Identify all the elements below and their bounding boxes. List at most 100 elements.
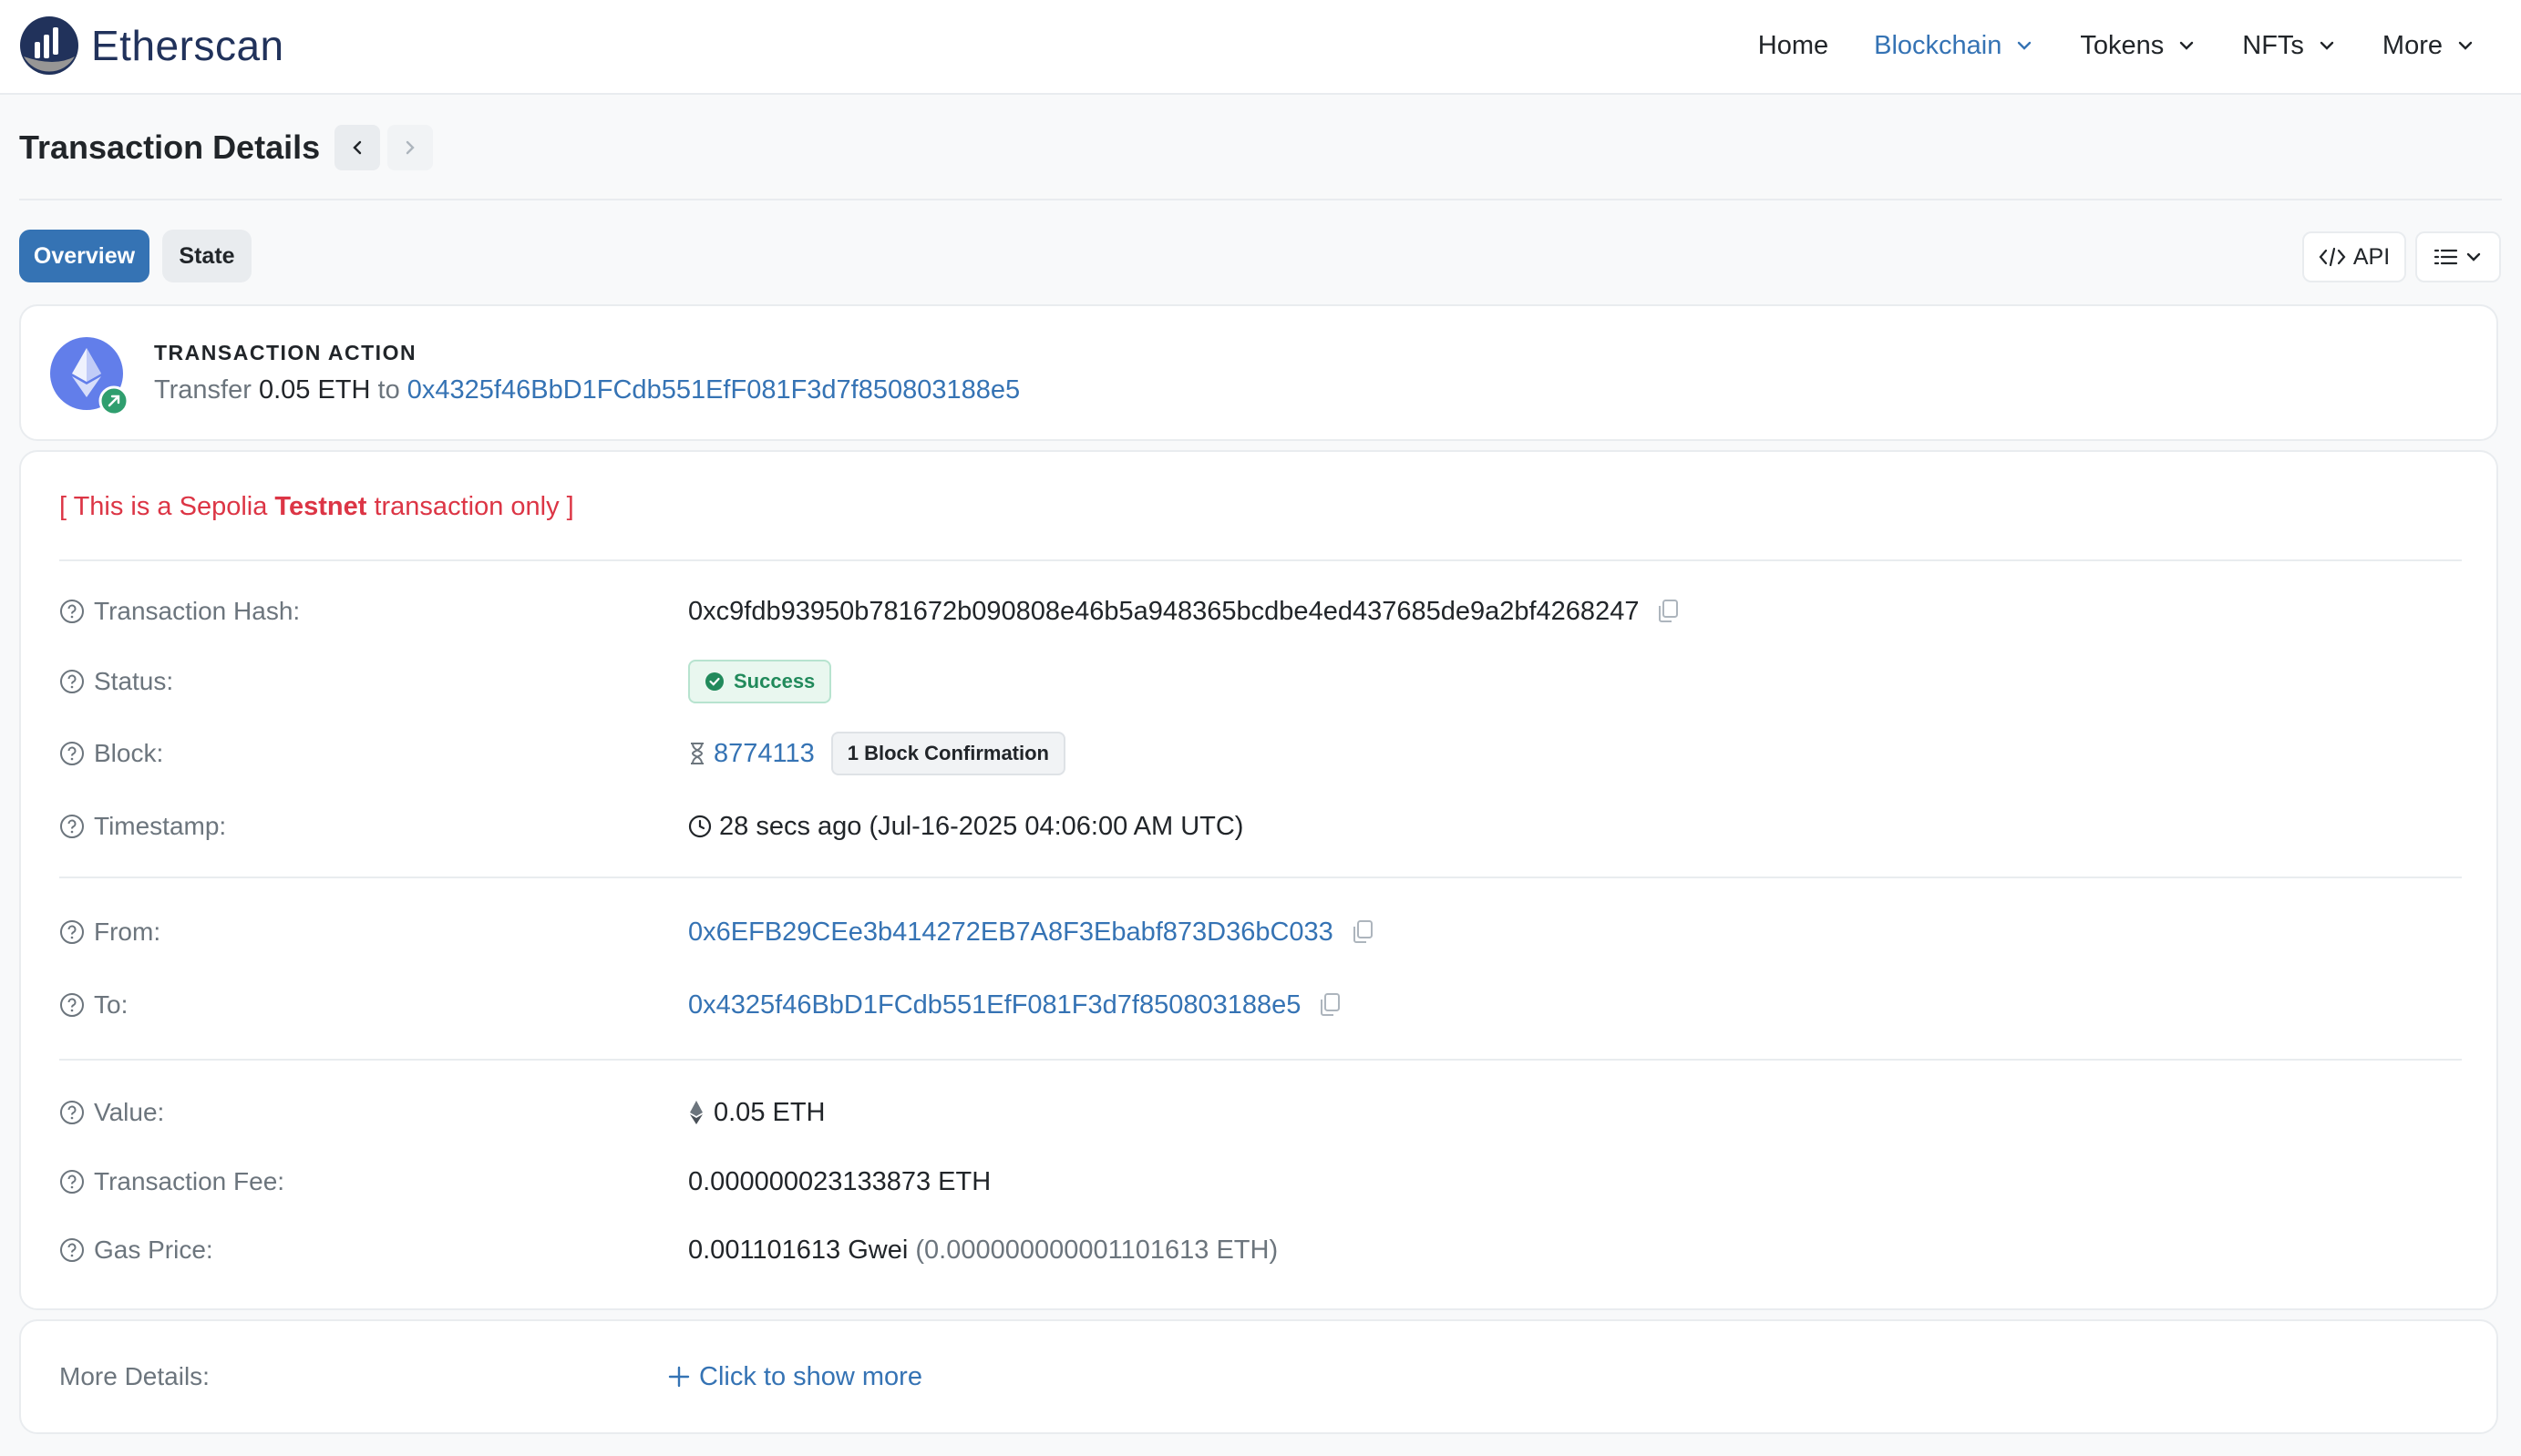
- to-value: 0x4325f46BbD1FCdb551EfF081F3d7f850803188…: [688, 982, 1343, 1028]
- title-divider: [19, 199, 2502, 200]
- section-divider: [59, 1059, 2462, 1061]
- action-verb: Transfer: [154, 375, 252, 405]
- confirmation-badge: 1 Block Confirmation: [830, 732, 1065, 775]
- copy-icon[interactable]: [1350, 918, 1375, 946]
- help-icon[interactable]: [59, 992, 85, 1018]
- transaction-hash: 0xc9fdb93950b781672b090808e46b5a948365bc…: [688, 596, 1640, 626]
- plus-icon: [668, 1366, 690, 1388]
- hash-label-text: Transaction Hash:: [94, 597, 301, 625]
- copy-icon[interactable]: [1655, 598, 1681, 625]
- from-address-link[interactable]: 0x6EFB29CEe3b414272EB7A8F3Ebabf873D36bC0…: [688, 918, 1333, 948]
- help-icon[interactable]: [59, 669, 85, 694]
- nav-home[interactable]: Home: [1758, 31, 1828, 61]
- fee-amount: 0.000000023133873 ETH: [688, 1166, 992, 1196]
- chevron-down-icon: [2320, 41, 2334, 50]
- help-icon[interactable]: [59, 1100, 85, 1125]
- gas-price-eth: (0.000000000001101613 ETH): [915, 1235, 1279, 1265]
- next-transaction-button[interactable]: [387, 125, 434, 170]
- block-label: Block:: [59, 731, 163, 776]
- from-row: From: 0x6EFB29CEe3b414272EB7A8F3Ebabf873…: [59, 909, 2462, 955]
- gas-price-label: Gas Price:: [59, 1227, 213, 1273]
- nav-tokens[interactable]: Tokens: [2080, 31, 2197, 61]
- status-value: Success: [688, 659, 832, 704]
- from-label-text: From:: [94, 918, 161, 946]
- hash-value: 0xc9fdb93950b781672b090808e46b5a948365bc…: [688, 589, 1681, 634]
- check-circle-icon: [705, 672, 724, 691]
- nav-nfts-label: NFTs: [2242, 30, 2304, 60]
- timestamp-value: 28 secs ago (Jul-16-2025 04:06:00 AM UTC…: [688, 804, 1243, 849]
- help-icon[interactable]: [59, 919, 85, 945]
- transaction-details-card: [ This is a Sepolia Testnet transaction …: [19, 450, 2498, 1310]
- gas-price-label-text: Gas Price:: [94, 1236, 213, 1264]
- chevron-down-icon: [2458, 41, 2473, 50]
- transaction-action-summary: Transfer 0.05 ETH to 0x4325f46BbD1FCdb55…: [154, 375, 1020, 405]
- chevron-down-icon: [2180, 41, 2194, 50]
- prev-transaction-button[interactable]: [334, 125, 381, 170]
- timestamp-text: 28 secs ago (Jul-16-2025 04:06:00 AM UTC…: [719, 811, 1244, 841]
- transaction-action-heading: TRANSACTION ACTION: [154, 341, 417, 364]
- nav-blockchain-label: Blockchain: [1874, 30, 2002, 60]
- help-icon[interactable]: [59, 599, 85, 624]
- help-icon[interactable]: [59, 814, 85, 839]
- page-title: Transaction Details: [19, 128, 321, 166]
- fee-value: 0.000000023133873 ETH: [688, 1159, 991, 1205]
- value-label-text: Value:: [94, 1098, 165, 1126]
- more-details-label: More Details:: [59, 1362, 210, 1390]
- title-row: Transaction Details: [19, 124, 434, 171]
- to-row: To: 0x4325f46BbD1FCdb551EfF081F3d7f85080…: [59, 982, 2462, 1028]
- section-divider: [59, 877, 2462, 878]
- ethereum-icon: [690, 1101, 703, 1124]
- help-icon[interactable]: [59, 1169, 85, 1195]
- value-amount: 0.05 ETH: [714, 1097, 826, 1127]
- view-options-button[interactable]: [2415, 231, 2501, 282]
- help-icon[interactable]: [59, 741, 85, 766]
- from-label: From:: [59, 909, 160, 955]
- hourglass-icon: [691, 743, 704, 764]
- gas-price-gwei: 0.001101613 Gwei: [688, 1235, 909, 1265]
- testnet-notice-bold: Testnet: [274, 492, 367, 521]
- hash-row: Transaction Hash: 0xc9fdb93950b781672b09…: [59, 589, 2462, 634]
- etherscan-logo-icon: [20, 16, 78, 75]
- nav-nfts[interactable]: NFTs: [2242, 31, 2337, 61]
- action-to-address-link[interactable]: 0x4325f46BbD1FCdb551EfF081F3d7f850803188…: [407, 375, 1020, 405]
- to-label: To:: [59, 982, 128, 1028]
- fee-label-text: Transaction Fee:: [94, 1167, 285, 1195]
- more-details-card: More Details: Click to show more: [19, 1319, 2498, 1434]
- nav-tokens-label: Tokens: [2080, 30, 2165, 60]
- show-more-text: Click to show more: [699, 1361, 922, 1391]
- api-button[interactable]: API: [2302, 231, 2406, 282]
- timestamp-label-text: Timestamp:: [94, 812, 227, 840]
- timestamp-row: Timestamp: 28 secs ago (Jul-16-2025 04:0…: [59, 804, 2462, 849]
- main-nav: Home Blockchain Tokens NFTs More: [1713, 0, 2475, 91]
- testnet-notice-suffix: transaction only ]: [366, 492, 574, 521]
- show-more-link[interactable]: Click to show more: [668, 1354, 922, 1400]
- to-address-link[interactable]: 0x4325f46BbD1FCdb551EfF081F3d7f850803188…: [688, 990, 1301, 1020]
- api-label: API: [2352, 243, 2391, 270]
- tab-state[interactable]: State: [162, 230, 252, 282]
- help-icon[interactable]: [59, 1237, 85, 1263]
- tab-overview[interactable]: Overview: [19, 230, 149, 282]
- copy-icon[interactable]: [1317, 991, 1343, 1019]
- brand-name: Etherscan: [91, 22, 284, 69]
- block-value: 8774113 1 Block Confirmation: [688, 731, 1065, 776]
- status-label: Status:: [59, 659, 173, 704]
- block-row: Block: 8774113 1 Block Confirmation: [59, 731, 2462, 776]
- block-label-text: Block:: [94, 739, 164, 767]
- chevron-down-icon: [2466, 252, 2481, 261]
- etherscan-logo[interactable]: Etherscan: [18, 13, 284, 78]
- top-navbar: Etherscan Home Blockchain Tokens NFTs Mo…: [0, 0, 2521, 95]
- nav-home-label: Home: [1757, 30, 1829, 60]
- chevron-left-icon: [353, 140, 362, 155]
- status-badge: Success: [688, 660, 832, 703]
- value-label: Value:: [59, 1090, 164, 1135]
- fee-row: Transaction Fee: 0.000000023133873 ETH: [59, 1159, 2462, 1205]
- nav-more[interactable]: More: [2382, 31, 2475, 61]
- value-row: Value: 0.05 ETH: [59, 1090, 2462, 1135]
- status-row: Status: Success: [59, 659, 2462, 704]
- clock-icon: [688, 815, 712, 838]
- status-text: Success: [734, 670, 816, 692]
- value-value: 0.05 ETH: [688, 1090, 826, 1135]
- nav-blockchain[interactable]: Blockchain: [1874, 31, 2034, 61]
- block-number-link[interactable]: 8774113: [714, 739, 815, 769]
- chevron-down-icon: [2018, 41, 2032, 50]
